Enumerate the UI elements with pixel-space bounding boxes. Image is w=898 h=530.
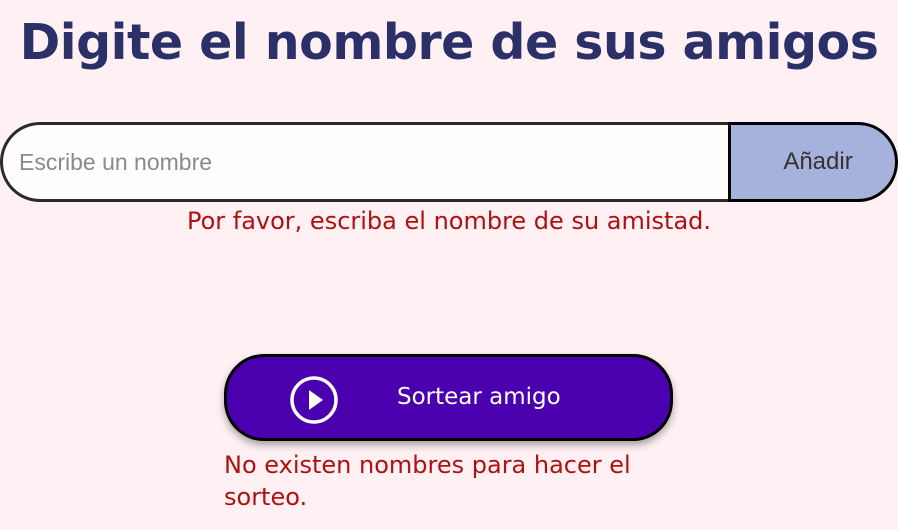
draw-friend-button[interactable]: Sortear amigo	[224, 354, 673, 441]
play-circle-icon	[289, 375, 339, 425]
name-error-message: Por favor, escriba el nombre de su amist…	[186, 207, 712, 235]
draw-button-label: Sortear amigo	[397, 384, 561, 410]
name-input[interactable]	[0, 122, 730, 202]
draw-error-message: No existen nombres para hacer el sorteo.	[224, 451, 631, 511]
add-friend-form: Añadir	[0, 122, 898, 202]
page-title: Digite el nombre de sus amigos	[19, 14, 879, 71]
add-button[interactable]: Añadir	[728, 122, 898, 202]
